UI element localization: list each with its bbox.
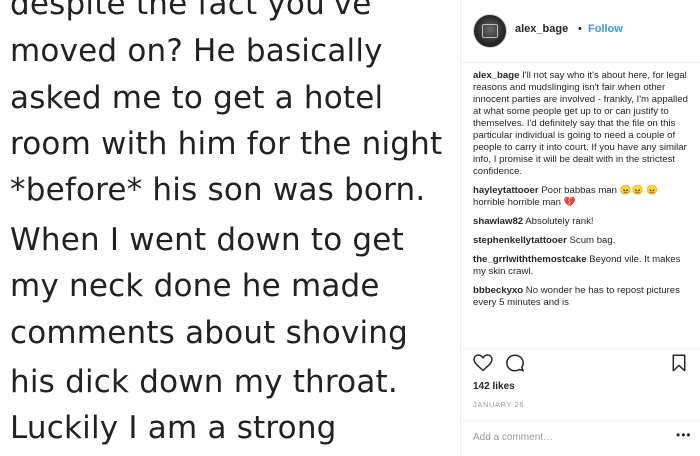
avatar-logo xyxy=(482,24,498,38)
comment: shawlaw82 Absolutely rank! xyxy=(473,216,691,228)
comment-user[interactable]: the_grrlwiththemostcake xyxy=(473,254,587,265)
image-text-line: my neck done he made xyxy=(10,268,380,304)
comment-user[interactable]: bbbeckyxo xyxy=(473,285,523,296)
heart-icon[interactable] xyxy=(473,354,493,372)
comments-list[interactable]: alex_bage I'll not say who it's about he… xyxy=(473,70,691,348)
image-text-line: Luckily I am a strong xyxy=(10,410,337,446)
image-text-line: *before* his son was born. xyxy=(10,172,426,208)
comment-text: Scum bag. xyxy=(569,235,616,246)
post-date: JANUARY 26 xyxy=(473,400,525,409)
comment: stephenkellytattooer Scum bag. xyxy=(473,235,691,247)
image-text-line: his dick down my throat. xyxy=(10,364,398,400)
actions-divider xyxy=(461,348,700,349)
separator-dot: • xyxy=(578,23,582,35)
bookmark-icon[interactable] xyxy=(671,354,687,372)
comment-user[interactable]: stephenkellytattooer xyxy=(473,235,567,246)
post-sidebar: alex_bage • Follow alex_bage I'll not sa… xyxy=(461,0,700,456)
image-text-line: When I went down to get xyxy=(10,222,404,258)
avatar[interactable] xyxy=(473,14,507,48)
image-text-line: comments about shoving xyxy=(10,315,409,351)
add-comment-input[interactable] xyxy=(473,430,663,444)
follow-button[interactable]: Follow xyxy=(588,23,623,35)
comment-text: I'll not say who it's about here, for le… xyxy=(473,70,688,177)
image-text-line: asked me to get a hotel xyxy=(10,80,384,116)
likes-count[interactable]: 142 likes xyxy=(473,381,515,392)
comment: bbbeckyxo No wonder he has to repost pic… xyxy=(473,285,691,309)
image-text-line: moved on? He basically xyxy=(10,33,383,69)
comment: the_grrlwiththemostcake Beyond vile. It … xyxy=(473,254,691,278)
comment: hayleytattooer Poor babbas man 😠😠 😠 horr… xyxy=(473,185,691,209)
comment-divider xyxy=(461,420,700,421)
comment: alex_bage I'll not say who it's about he… xyxy=(473,70,691,178)
username[interactable]: alex_bage xyxy=(515,23,568,35)
comment-user[interactable]: alex_bage xyxy=(473,70,519,81)
comment-icon[interactable] xyxy=(505,354,525,372)
more-options-button[interactable]: ••• xyxy=(676,428,692,442)
post-image: despite the fact you've moved on? He bas… xyxy=(0,0,460,456)
image-text-line: despite the fact you've xyxy=(10,0,372,22)
post-header: alex_bage • Follow xyxy=(461,0,700,63)
comment-user[interactable]: shawlaw82 xyxy=(473,216,523,227)
comment-text: Absolutely rank! xyxy=(525,216,594,227)
image-text-line: room with him for the night xyxy=(10,126,443,162)
comment-user[interactable]: hayleytattooer xyxy=(473,185,539,196)
